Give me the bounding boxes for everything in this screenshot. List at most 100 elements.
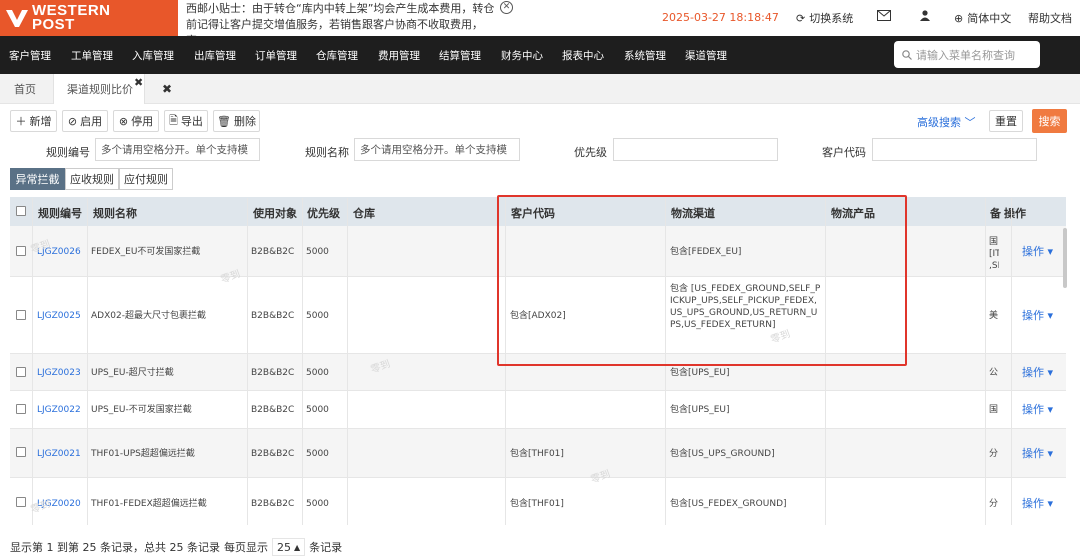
rule-priority: 5000 — [306, 499, 329, 509]
nav-item-fee[interactable]: 费用管理 — [378, 48, 420, 63]
rule-target: B2B&B2C — [251, 449, 295, 459]
close-icon[interactable]: ✕ — [500, 1, 513, 14]
export-button[interactable]: 🗎 导出 — [164, 110, 208, 132]
disable-label: 停用 — [131, 115, 154, 128]
tab-channel-rule-label: 渠道规则比价 — [67, 83, 133, 96]
subtab-receivable-rule[interactable]: 应收规则 — [65, 168, 119, 190]
customer-code-input[interactable] — [872, 138, 1037, 161]
caret-down-icon: ▾ — [1047, 447, 1054, 460]
nav-item-report[interactable]: 报表中心 — [562, 48, 604, 63]
rule-name-input[interactable]: 多个请用空格分开。单个支持模 — [354, 138, 520, 161]
rule-target: B2B&B2C — [251, 311, 295, 321]
delete-button[interactable]: 🗑 删除 — [213, 110, 260, 132]
nav-item-settlement[interactable]: 结算管理 — [439, 48, 481, 63]
rule-code-link[interactable]: LJGZ0023 — [37, 367, 81, 379]
nav-item-order[interactable]: 订单管理 — [255, 48, 297, 63]
brand-logo[interactable]: WESTERN POST — [0, 0, 178, 36]
reset-button[interactable]: 重置 — [989, 110, 1023, 132]
rule-channel: 包含[UPS_EU] — [670, 405, 730, 415]
plus-icon: ＋ — [15, 115, 27, 128]
menu-search-placeholder: 请输入菜单名称查询 — [916, 48, 1015, 62]
row-checkbox[interactable] — [16, 497, 26, 507]
table-row: LJGZ0022 UPS_EU-不可发国家拦截 B2B&B2C 5000 包含[… — [10, 391, 1066, 429]
brand-line-2: POST — [32, 16, 75, 33]
close-all-tabs-button[interactable]: ✖ — [162, 74, 172, 104]
tab-home[interactable]: 首页 — [14, 74, 36, 104]
pagination-summary: 显示第 1 到第 25 条记录，总共 25 条记录 — [10, 541, 220, 554]
caret-down-icon: ▾ — [1047, 497, 1054, 510]
rule-code-input[interactable]: 多个请用空格分开。单个支持模 — [95, 138, 260, 161]
row-operation-dropdown[interactable]: 操作 ▾ — [1022, 448, 1053, 460]
rule-channel: 包含[US_UPS_GROUND] — [670, 449, 775, 459]
mail-button[interactable] — [877, 10, 891, 21]
caret-down-icon: ▾ — [1047, 403, 1054, 416]
advanced-search-link[interactable]: 高级搜索 ﹀ — [917, 114, 976, 130]
operation-label: 操作 — [1022, 497, 1044, 510]
col-priority: 优先级 — [307, 207, 340, 220]
select-all-checkbox[interactable] — [16, 206, 26, 216]
operation-label: 操作 — [1022, 403, 1044, 416]
column-divider — [347, 198, 348, 525]
tab-channel-rule[interactable]: 渠道规则比价 ✖ — [53, 74, 145, 104]
column-divider — [302, 198, 303, 525]
row-checkbox[interactable] — [16, 246, 26, 256]
row-checkbox[interactable] — [16, 367, 26, 377]
highlight-box — [497, 195, 907, 366]
add-button[interactable]: ＋新增 — [10, 110, 57, 132]
table-scrollbar[interactable] — [1063, 228, 1067, 288]
enable-button[interactable]: ⊘ 启用 — [62, 110, 108, 132]
subtab-payable-label: 应付规则 — [124, 173, 168, 186]
nav-item-customer[interactable]: 客户管理 — [9, 48, 51, 63]
row-operation-dropdown[interactable]: 操作 ▾ — [1022, 246, 1053, 258]
row-operation-dropdown[interactable]: 操作 ▾ — [1022, 310, 1053, 322]
caret-up-icon: ▲ — [293, 542, 301, 552]
nav-item-outbound[interactable]: 出库管理 — [194, 48, 236, 63]
language-selector[interactable]: ⊕ 简体中文 — [954, 10, 1011, 26]
priority-input[interactable] — [613, 138, 778, 161]
search-label: 搜索 — [1038, 115, 1061, 128]
rule-target: B2B&B2C — [251, 405, 295, 415]
rule-code-link[interactable]: LJGZ0025 — [37, 310, 81, 322]
tab-close-icon[interactable]: ✖ — [134, 76, 143, 89]
rule-code-link[interactable]: LJGZ0021 — [37, 448, 81, 460]
subtab-payable-rule[interactable]: 应付规则 — [119, 168, 173, 190]
rule-name: UPS_EU-不可发国家拦截 — [91, 405, 192, 415]
rule-priority: 5000 — [306, 311, 329, 321]
export-label: 导出 — [180, 115, 203, 128]
subtab-exception-intercept[interactable]: 异常拦截 — [10, 168, 65, 190]
row-checkbox[interactable] — [16, 447, 26, 457]
check-circle-icon: ⊘ — [67, 114, 78, 128]
row-operation-dropdown[interactable]: 操作 ▾ — [1022, 404, 1053, 416]
page-size-value: 25 — [276, 540, 291, 554]
operation-label: 操作 — [1022, 245, 1044, 258]
add-label: 新增 — [29, 115, 52, 128]
rule-name: FEDEX_EU不可发国家拦截 — [91, 247, 201, 257]
current-datetime: 2025-03-27 18:18:47 — [662, 11, 779, 24]
row-checkbox[interactable] — [16, 310, 26, 320]
row-operation-dropdown[interactable]: 操作 ▾ — [1022, 367, 1053, 379]
nav-item-workorder[interactable]: 工单管理 — [71, 48, 113, 63]
rule-name: ADX02-超最大尺寸包裹拦截 — [91, 311, 206, 321]
rule-code-link[interactable]: LJGZ0022 — [37, 404, 81, 416]
column-divider — [1011, 198, 1012, 525]
menu-search-input[interactable]: 请输入菜单名称查询 — [894, 41, 1040, 68]
column-divider — [985, 198, 986, 525]
nav-item-inbound[interactable]: 入库管理 — [132, 48, 174, 63]
nav-item-channel[interactable]: 渠道管理 — [685, 48, 727, 63]
nav-item-finance[interactable]: 财务中心 — [501, 48, 543, 63]
user-button[interactable] — [920, 10, 930, 21]
search-button[interactable]: 搜索 — [1032, 109, 1067, 133]
chevron-down-icon: ﹀ — [964, 116, 976, 129]
rule-code-label: 规则编号 — [46, 146, 90, 159]
operation-label: 操作 — [1022, 447, 1044, 460]
nav-item-system[interactable]: 系统管理 — [624, 48, 666, 63]
help-link[interactable]: 帮助文档 — [1028, 10, 1072, 26]
rule-remark: 公 — [989, 368, 999, 378]
switch-system-button[interactable]: ⟳ 切换系统 — [796, 10, 853, 26]
row-checkbox[interactable] — [16, 404, 26, 414]
rule-priority: 5000 — [306, 405, 329, 415]
row-operation-dropdown[interactable]: 操作 ▾ — [1022, 498, 1053, 510]
disable-button[interactable]: ⊗ 停用 — [113, 110, 159, 132]
page-size-select[interactable]: 25 ▲ — [271, 538, 306, 556]
nav-item-warehouse[interactable]: 仓库管理 — [316, 48, 358, 63]
